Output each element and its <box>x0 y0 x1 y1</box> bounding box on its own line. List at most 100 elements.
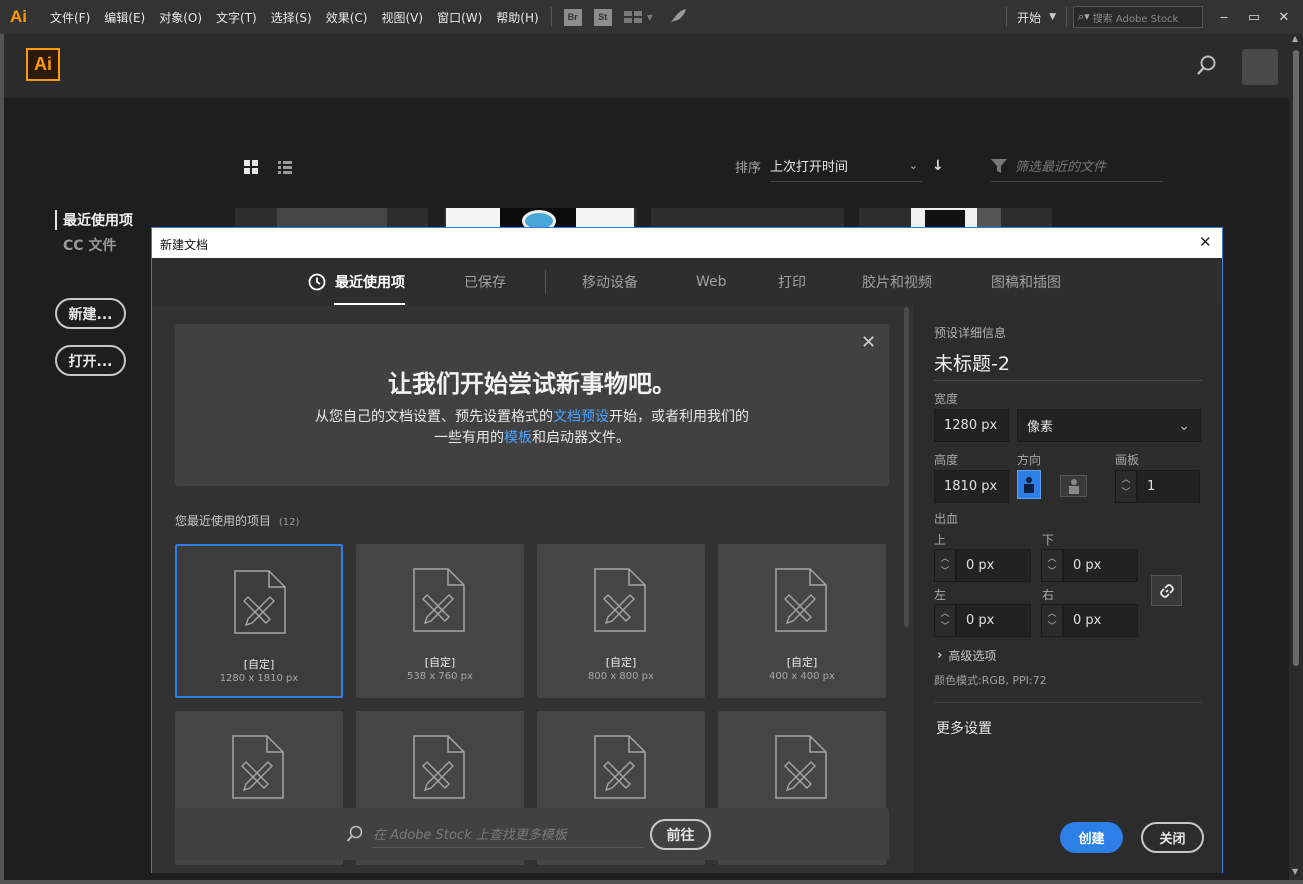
minimize-button[interactable]: ‒ <box>1209 7 1239 27</box>
dialog-title: 新建文档 <box>160 238 209 252</box>
sort-label: 排序 <box>735 161 762 176</box>
rocket-icon[interactable] <box>669 8 687 27</box>
landscape-icon <box>1068 479 1079 494</box>
recent-file-thumbnail[interactable] <box>235 208 428 228</box>
bleed-right-stepper[interactable]: ︿ ﹀ <box>1041 604 1063 637</box>
artboards-value: 1 <box>1147 479 1156 494</box>
grid-view-icon[interactable] <box>244 160 258 177</box>
preset-size: 538 x 760 px <box>407 671 473 682</box>
preset-card[interactable]: [自定] 800 x 800 px <box>537 544 705 698</box>
menu-effect[interactable]: 效果(C) <box>326 9 368 26</box>
list-view-icon[interactable] <box>278 161 292 177</box>
arrange-documents-icon[interactable]: ▼ <box>623 11 653 23</box>
units-value: 像素 <box>1027 420 1054 435</box>
menu-help[interactable]: 帮助(H) <box>496 9 538 26</box>
link-bleed-button[interactable] <box>1151 575 1182 606</box>
open-button[interactable]: 打开... <box>55 345 126 376</box>
menu-window[interactable]: 窗口(W) <box>437 9 482 26</box>
menu-object[interactable]: 对象(O) <box>159 9 202 26</box>
chevron-down-icon: ⌄ <box>908 159 918 172</box>
templates-link[interactable]: 模板 <box>504 430 532 446</box>
nav-recent-label: 最近使用项 <box>63 213 133 229</box>
nav-recent[interactable]: 最近使用项 <box>55 210 133 230</box>
recent-items-title: 您最近使用的项目 <box>175 514 272 528</box>
bleed-bottom-stepper[interactable]: ︿ ﹀ <box>1041 549 1063 582</box>
portrait-orientation-button[interactable] <box>1017 470 1041 499</box>
banner-text: 一些有用的 <box>434 430 504 446</box>
close-button[interactable]: 关闭 <box>1141 822 1204 853</box>
document-presets-link[interactable]: 文档预设 <box>553 409 609 425</box>
tab-web[interactable]: Web <box>696 258 727 305</box>
home-scrollbar[interactable]: ▲ ▼ <box>1289 34 1303 880</box>
tab-recent[interactable]: 最近使用项 <box>308 258 405 305</box>
banner-heading: 让我们开始尝试新事物吧。 <box>388 370 676 398</box>
width-input[interactable]: 1280 px <box>934 409 1009 442</box>
create-button[interactable]: 创建 <box>1060 822 1123 853</box>
presets-scrollbar[interactable] <box>904 307 909 627</box>
tab-saved[interactable]: 已保存 <box>464 258 506 305</box>
stock-template-search-input[interactable]: 在 Adobe Stock 上查找更多模板 <box>373 820 643 848</box>
details-section-title: 预设详细信息 <box>934 326 1007 340</box>
bleed-bottom-input[interactable]: 0 px <box>1063 549 1138 582</box>
go-button[interactable]: 前往 <box>650 819 711 850</box>
height-value: 1810 px <box>944 479 998 494</box>
menu-type[interactable]: 文字(T) <box>216 9 257 26</box>
advanced-options-toggle[interactable]: › 高级选项 <box>937 647 996 664</box>
menu-select[interactable]: 选择(S) <box>271 9 312 26</box>
bleed-top-value: 0 px <box>966 558 995 573</box>
close-banner-icon[interactable]: ✕ <box>861 332 876 353</box>
bridge-icon[interactable]: Br <box>563 8 582 26</box>
tab-film-video-label: 胶片和视频 <box>862 274 932 291</box>
nav-cc-files[interactable]: CC 文件 <box>55 235 133 255</box>
artboards-label: 画板 <box>1115 453 1140 467</box>
orientation-label: 方向 <box>1017 453 1042 467</box>
artboards-stepper[interactable]: ︿ ﹀ <box>1115 470 1137 503</box>
stock-icon[interactable]: St <box>593 8 612 26</box>
home-header: Ai <box>4 34 1289 98</box>
restore-button[interactable]: ▭ <box>1239 7 1269 27</box>
tab-mobile[interactable]: 移动设备 <box>582 258 638 305</box>
search-icon: ⌕▾ <box>1078 10 1090 23</box>
document-name-input[interactable]: 未标题-2 <box>934 349 1202 381</box>
tab-recent-label: 最近使用项 <box>335 274 405 291</box>
avatar[interactable] <box>1242 49 1278 85</box>
recent-file-thumbnail[interactable] <box>651 208 844 228</box>
banner-text: 和启动器文件。 <box>532 430 630 446</box>
bleed-right-label: 右 <box>1042 588 1055 602</box>
stock-search-input[interactable]: ⌕▾ 搜索 Adobe Stock <box>1073 6 1203 28</box>
landscape-orientation-button[interactable] <box>1060 475 1087 497</box>
document-preset-icon <box>413 735 465 799</box>
filter-input[interactable]: 筛选最近的文件 <box>991 150 1163 182</box>
sort-direction-icon[interactable]: ↓ <box>932 158 944 174</box>
menu-view[interactable]: 视图(V) <box>381 9 423 26</box>
bleed-top-label: 上 <box>934 533 947 547</box>
bleed-left-input[interactable]: 0 px <box>956 604 1031 637</box>
bleed-top-stepper[interactable]: ︿ ﹀ <box>934 549 956 582</box>
artboards-input[interactable]: 1 <box>1137 470 1200 503</box>
menu-edit[interactable]: 编辑(E) <box>104 9 145 26</box>
bleed-left-stepper[interactable]: ︿ ﹀ <box>934 604 956 637</box>
preset-card[interactable]: [自定] 400 x 400 px <box>718 544 886 698</box>
units-select[interactable]: 像素 ⌄ <box>1017 409 1201 442</box>
preset-size: 800 x 800 px <box>588 671 654 682</box>
workspace-switcher[interactable]: 开始 ▼ <box>1017 9 1056 26</box>
tab-print[interactable]: 打印 <box>778 258 806 305</box>
recent-file-thumbnail[interactable] <box>444 208 637 232</box>
height-input[interactable]: 1810 px <box>934 470 1009 503</box>
recent-file-thumbnail[interactable] <box>859 208 1052 228</box>
preset-card[interactable]: [自定] 1280 x 1810 px <box>175 544 343 698</box>
preset-name: [自定] <box>605 656 637 669</box>
menu-file[interactable]: 文件(F) <box>50 9 90 26</box>
close-icon[interactable]: ✕ <box>1199 233 1212 251</box>
bleed-right-input[interactable]: 0 px <box>1063 604 1138 637</box>
search-icon[interactable] <box>1196 54 1218 79</box>
close-window-button[interactable]: ✕ <box>1269 7 1299 27</box>
preset-card[interactable]: [自定] 538 x 760 px <box>356 544 524 698</box>
tab-art-illustration[interactable]: 图稿和插图 <box>991 258 1061 305</box>
more-settings-link[interactable]: 更多设置 <box>936 718 992 738</box>
new-button[interactable]: 新建... <box>55 298 126 329</box>
bleed-bottom-label: 下 <box>1042 533 1055 547</box>
sort-dropdown[interactable]: 上次打开时间 ⌄ <box>770 150 922 182</box>
tab-film-video[interactable]: 胶片和视频 <box>862 258 932 305</box>
bleed-top-input[interactable]: 0 px <box>956 549 1031 582</box>
